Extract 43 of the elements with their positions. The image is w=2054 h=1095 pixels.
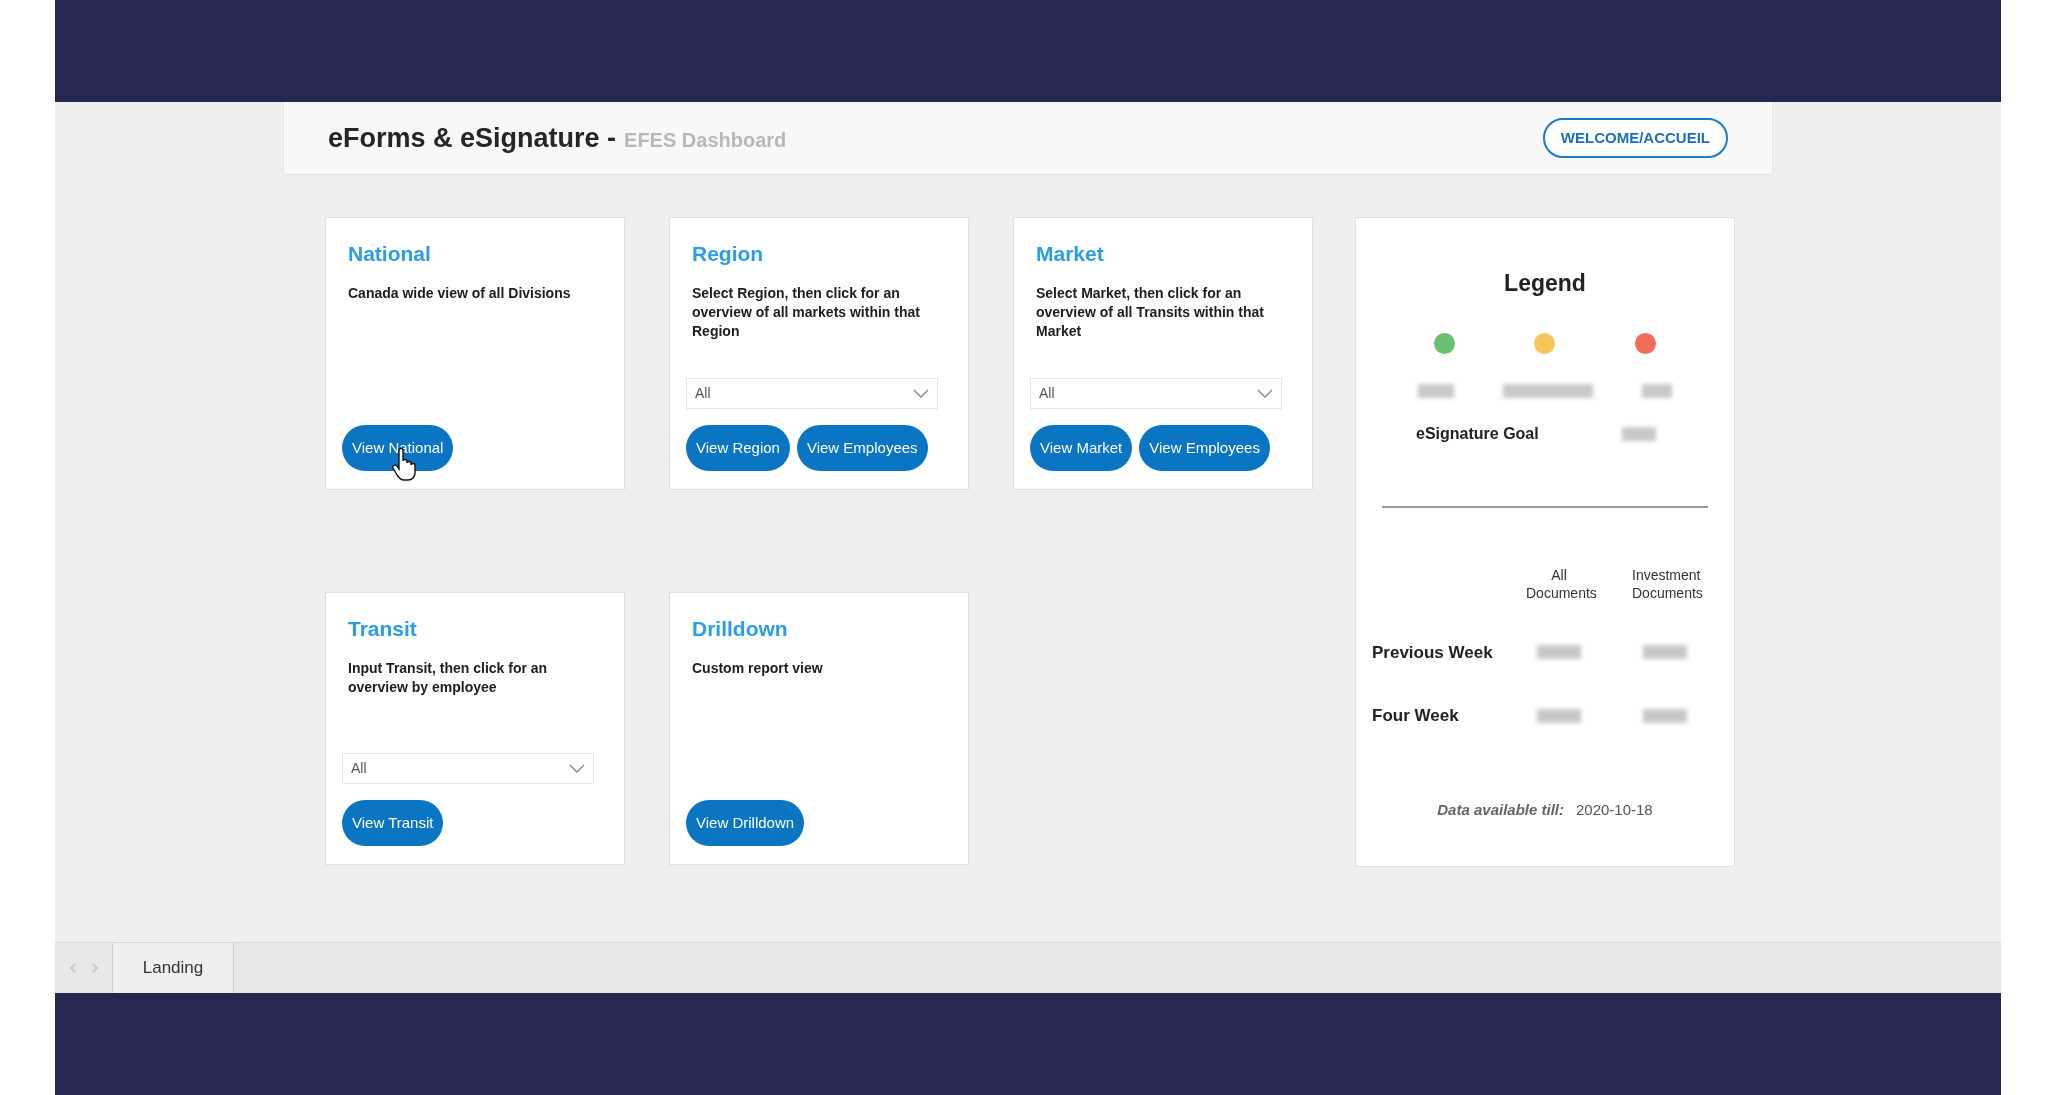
column-header: Investment Documents (1631, 565, 1704, 602)
dashboard-title: eForms & eSignature - (328, 121, 617, 155)
blurred-value (1622, 426, 1656, 441)
column-header: All Documents (1525, 565, 1598, 602)
scroll-right-icon[interactable] (91, 963, 98, 973)
welcome-button[interactable]: WELCOME/ACCUEIL (1542, 118, 1728, 158)
view-button[interactable]: View Employees (796, 425, 928, 471)
view-button[interactable]: View Region (686, 425, 790, 471)
card-title: Transit (348, 616, 418, 642)
data-date: 2020-10-18 (1576, 799, 1653, 820)
filter-dropdown[interactable]: All (1030, 378, 1282, 409)
card-description: Canada wide view of all Divisions (348, 283, 572, 303)
chevron-down-icon (569, 764, 585, 773)
data-available-label: Data available till: (1437, 799, 1564, 820)
view-button[interactable]: View Drilldown (686, 800, 805, 846)
view-button[interactable]: View Market (1030, 425, 1133, 471)
blurred-value (1418, 383, 1455, 398)
filter-dropdown[interactable]: All (342, 753, 594, 784)
card-title: National (348, 241, 432, 267)
card-title: Market (1036, 241, 1105, 267)
card-description: Input Transit, then click for an overview by employee (348, 658, 549, 697)
scroll-left-icon[interactable] (69, 963, 76, 973)
blurred-value (1537, 645, 1581, 660)
blurred-value (1643, 645, 1687, 660)
filter-dropdown[interactable]: All (686, 378, 938, 409)
blurred-value (1537, 708, 1581, 723)
card-description: Custom report view (692, 658, 824, 678)
row-label: Four Week (1372, 705, 1460, 727)
sheet-tab[interactable]: Landing (112, 943, 234, 993)
card-title: Drilldown (692, 616, 789, 642)
card-title: Region (692, 241, 765, 267)
row-label: Previous Week (1372, 641, 1494, 664)
card-description: Select Market, then click for an overview of all Transits within that Market (1036, 283, 1264, 341)
blurred-value (1641, 383, 1672, 398)
card-description: Select Region, then click for an overview of all markets within that Region (692, 283, 920, 341)
chevron-down-icon (1257, 389, 1273, 398)
view-button[interactable]: View Transit (342, 800, 444, 846)
legend-title: Legend (1504, 269, 1586, 298)
dashboard-subtitle: EFES Dashboard (624, 127, 787, 153)
view-button[interactable]: View Employees (1139, 425, 1270, 471)
blurred-value (1643, 708, 1687, 723)
chevron-down-icon (913, 389, 929, 398)
goal-label: eSignature Goal (1416, 423, 1539, 444)
